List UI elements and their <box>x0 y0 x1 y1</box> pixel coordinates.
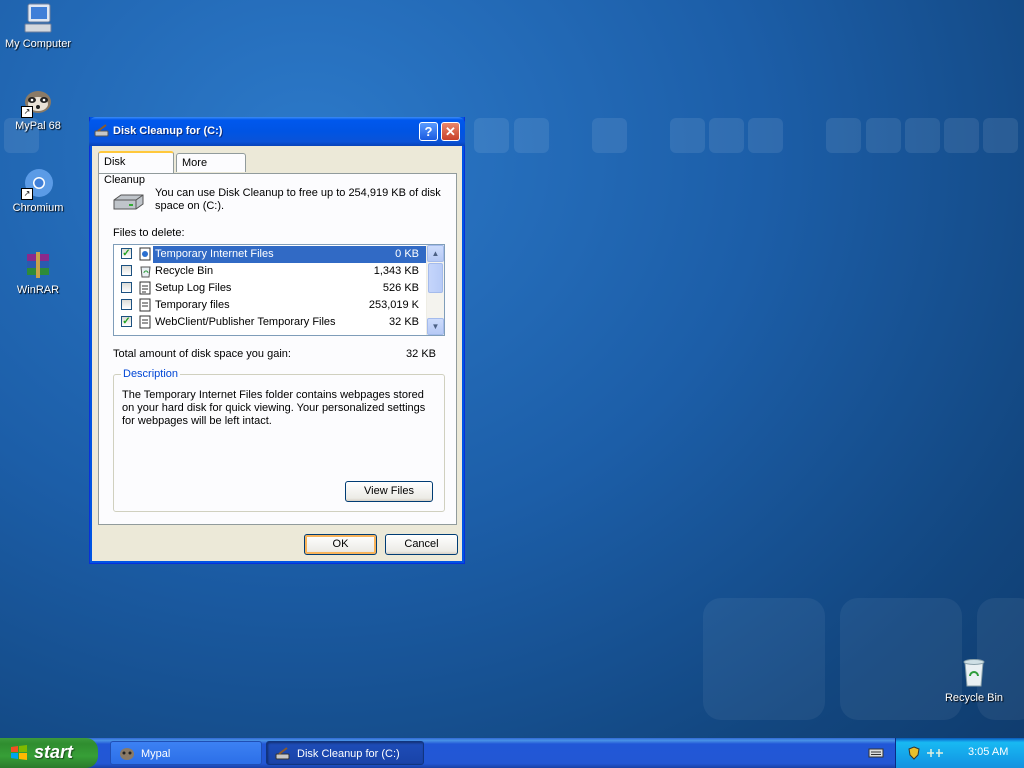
desktop-decoration <box>514 118 549 153</box>
desktop-icon-label: Recycle Bin <box>944 692 1004 704</box>
file-category-name: Recycle Bin <box>155 265 214 277</box>
shortcut-arrow-icon: ↗ <box>21 188 33 200</box>
my-computer-icon <box>21 2 55 36</box>
list-scrollbar[interactable]: ▲ ▼ <box>426 245 444 335</box>
scroll-down-button[interactable]: ▼ <box>427 318 444 335</box>
desktop-decoration <box>826 118 861 153</box>
desktop-icon-my-computer[interactable]: My Computer <box>0 2 78 50</box>
system-tray: 3:05 AM <box>895 738 1024 768</box>
desktop-decoration <box>748 118 783 153</box>
checkbox[interactable]: ✓ <box>121 316 132 327</box>
tab-more-options[interactable]: More Options <box>176 153 246 187</box>
taskbar-item-label: Disk Cleanup for (C:) <box>297 748 400 760</box>
windows-logo-icon <box>10 744 28 762</box>
intro-text: You can use Disk Cleanup to free up to 2… <box>155 187 441 212</box>
temporary-file-icon <box>139 298 152 312</box>
list-item[interactable]: Temporary files 253,019 K <box>115 297 427 314</box>
checkbox[interactable] <box>121 282 132 293</box>
desktop-icon-label: Chromium <box>12 202 64 214</box>
disk-cleanup-panel: You can use Disk Cleanup to free up to 2… <box>98 173 457 525</box>
window-title: Disk Cleanup for (C:) <box>113 125 223 137</box>
file-category-size: 0 KB <box>395 248 419 260</box>
title-bar[interactable]: Disk Cleanup for (C:) ? ✕ <box>89 117 465 146</box>
shortcut-arrow-icon: ↗ <box>21 106 33 118</box>
desktop-icon-label: MyPal 68 <box>15 120 61 132</box>
recycle-bin-icon <box>957 656 991 690</box>
file-category-size: 253,019 K <box>368 299 419 311</box>
chromium-icon: ↗ <box>21 166 55 200</box>
description-text: The Temporary Internet Files folder cont… <box>122 389 426 427</box>
mypal-icon <box>119 747 135 761</box>
desktop-decoration <box>592 118 627 153</box>
desktop-decoration <box>670 118 705 153</box>
description-title: Description <box>121 368 181 380</box>
tab-disk-cleanup[interactable]: Disk Cleanup <box>98 151 174 186</box>
desktop-decoration <box>703 598 825 720</box>
winrar-icon <box>21 248 55 282</box>
start-label: start <box>34 742 74 762</box>
file-category-name: Temporary Internet Files <box>155 248 274 260</box>
checkbox[interactable] <box>121 299 132 310</box>
desktop-decoration <box>983 118 1018 153</box>
scroll-up-button[interactable]: ▲ <box>427 245 444 262</box>
file-category-size: 526 KB <box>382 282 419 294</box>
file-category-size: 32 KB <box>389 316 419 328</box>
taskbar-item-disk-cleanup[interactable]: Disk Cleanup for (C:) <box>266 741 424 765</box>
close-button[interactable]: ✕ <box>441 122 460 141</box>
file-category-name: Temporary files <box>155 299 230 311</box>
checkbox[interactable]: ✓ <box>121 248 132 259</box>
files-list[interactable]: ✓ Temporary Internet Files 0 KB Recycle … <box>113 244 445 336</box>
desktop-decoration <box>905 118 940 153</box>
log-file-icon <box>139 281 152 295</box>
temporary-internet-files-icon <box>139 247 152 261</box>
desktop-icon-mypal[interactable]: ↗ MyPal 68 <box>0 84 78 132</box>
desktop-decoration <box>474 118 509 153</box>
list-item[interactable]: ✓ WebClient/Publisher Temporary Files 32… <box>115 314 427 331</box>
network-icon[interactable] <box>926 747 944 759</box>
desktop-icon-label: My Computer <box>4 38 72 50</box>
desktop-icon-label: WinRAR <box>16 284 60 296</box>
desktop-icon-winrar[interactable]: WinRAR <box>0 248 78 296</box>
desktop-decoration <box>866 118 901 153</box>
help-button[interactable]: ? <box>419 122 438 141</box>
total-label: Total amount of disk space you gain: <box>113 348 291 360</box>
desktop-icon-recycle-bin[interactable]: Recycle Bin <box>934 656 1014 704</box>
list-item[interactable]: Setup Log Files 526 KB <box>115 280 427 297</box>
total-value: 32 KB <box>406 348 436 360</box>
file-category-name: WebClient/Publisher Temporary Files <box>155 316 336 328</box>
desktop-decoration <box>709 118 744 153</box>
keyboard-icon[interactable] <box>868 747 884 759</box>
ok-button[interactable]: OK <box>304 534 377 555</box>
file-category-size: 1,343 KB <box>373 265 419 277</box>
security-shield-icon[interactable] <box>908 746 920 760</box>
taskbar-item-mypal[interactable]: Mypal <box>110 741 262 765</box>
checkbox[interactable] <box>121 265 132 276</box>
list-item[interactable]: Recycle Bin 1,343 KB <box>115 263 427 280</box>
view-files-button[interactable]: View Files <box>345 481 433 502</box>
disk-cleanup-window: Disk Cleanup for (C:) ? ✕ Disk Cleanup M… <box>89 117 465 564</box>
desktop-icon-chromium[interactable]: ↗ Chromium <box>0 166 78 214</box>
hard-drive-icon <box>111 192 145 214</box>
taskbar-item-label: Mypal <box>141 748 171 760</box>
recycle-bin-icon <box>139 264 152 278</box>
taskbar: start Mypal Disk Cleanup for (C:) 3:05 A… <box>0 738 1024 768</box>
description-group: Description The Temporary Internet Files… <box>113 368 445 512</box>
scroll-thumb[interactable] <box>428 263 443 293</box>
file-category-name: Setup Log Files <box>155 282 232 294</box>
webclient-file-icon <box>139 315 152 329</box>
mypal-icon: ↗ <box>21 84 55 118</box>
files-to-delete-label: Files to delete: <box>113 227 185 239</box>
clock[interactable]: 3:05 AM <box>968 746 1008 758</box>
start-button[interactable]: start <box>0 738 98 768</box>
list-item[interactable]: ✓ Temporary Internet Files 0 KB <box>115 246 427 263</box>
desktop-decoration <box>944 118 979 153</box>
cancel-button[interactable]: Cancel <box>385 534 458 555</box>
disk-cleanup-icon <box>275 747 291 761</box>
disk-cleanup-icon <box>94 124 110 138</box>
